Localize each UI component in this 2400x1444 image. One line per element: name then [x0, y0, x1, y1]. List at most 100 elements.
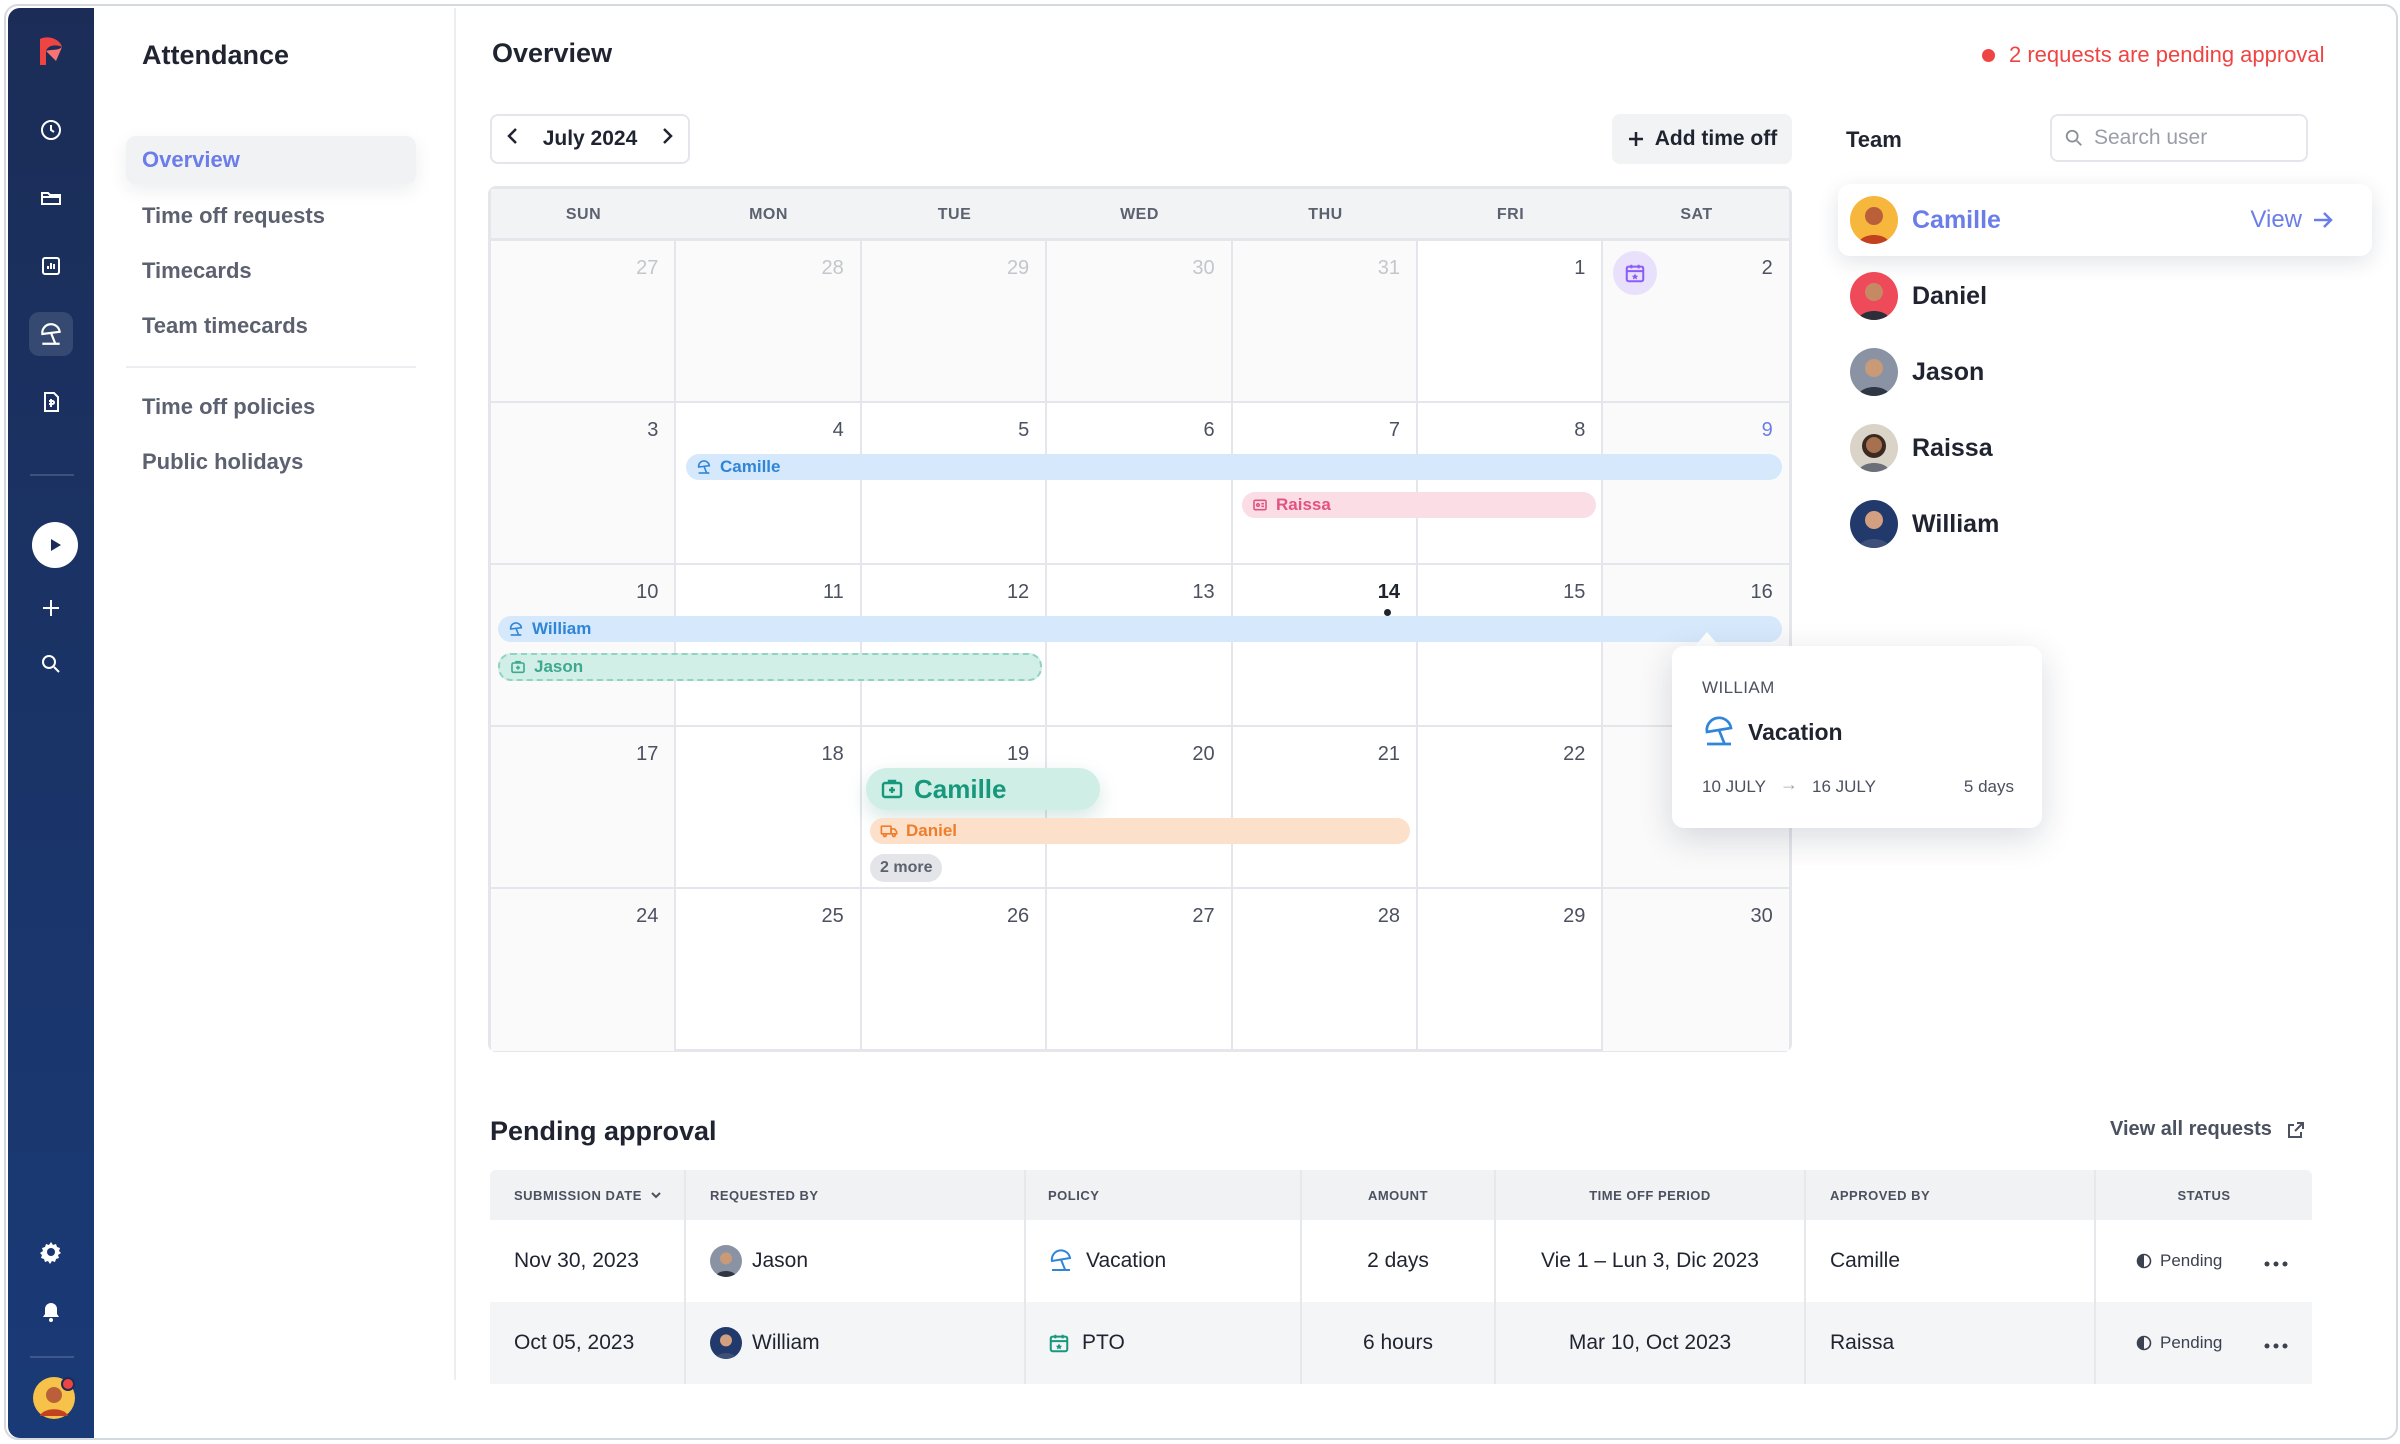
- calendar-day[interactable]: 18: [676, 727, 862, 889]
- calendar-day[interactable]: 30: [1047, 241, 1233, 403]
- umbrella-icon[interactable]: [29, 312, 73, 356]
- weekday-thu: THU: [1308, 206, 1343, 223]
- invoice-icon[interactable]: [29, 380, 73, 424]
- calendar-header: SUN MON TUE WED THU FRI SAT: [491, 189, 1789, 241]
- nav-item-time-off-requests[interactable]: Time off requests: [126, 192, 416, 240]
- team-member-william[interactable]: William: [1838, 488, 2372, 560]
- nav-item-time-off-policies[interactable]: Time off policies: [126, 383, 416, 431]
- calendar-day[interactable]: 30: [1603, 889, 1789, 1051]
- calendar-day[interactable]: 13: [1047, 565, 1233, 727]
- team-member-raissa[interactable]: Raissa: [1838, 412, 2372, 484]
- view-all-requests-link[interactable]: View all requests: [2110, 1118, 2306, 1141]
- nav-item-timecards[interactable]: Timecards: [126, 247, 416, 295]
- day-number: 30: [1192, 257, 1215, 279]
- more-options-icon[interactable]: [2264, 1331, 2288, 1355]
- cell-requester: Jason: [686, 1220, 1026, 1302]
- table-header-row: SUBMISSION DATE REQUESTED BY POLICY AMOU…: [490, 1170, 2312, 1220]
- chart-icon[interactable]: [29, 244, 73, 288]
- nav-item-overview[interactable]: Overview: [126, 136, 416, 184]
- event-bar-vacation[interactable]: William: [498, 616, 1782, 642]
- plus-icon[interactable]: [29, 586, 73, 630]
- view-member-link[interactable]: View: [2250, 206, 2334, 234]
- calendar-day[interactable]: 22: [1418, 727, 1604, 889]
- event-bar-pto-pending[interactable]: Jason: [498, 653, 1042, 681]
- calendar-day[interactable]: 5: [861, 403, 1048, 565]
- calendar-day[interactable]: 28: [676, 241, 862, 403]
- calendar-day[interactable]: 11: [676, 565, 862, 727]
- truck-icon: [880, 825, 898, 838]
- calendar-day[interactable]: 26: [862, 889, 1048, 1051]
- chevron-left-icon[interactable]: [506, 126, 520, 152]
- avatar: [1850, 424, 1898, 472]
- calendar-day[interactable]: 12: [861, 565, 1048, 727]
- gear-icon[interactable]: [29, 1230, 73, 1274]
- cell-amount: 2 days: [1302, 1220, 1496, 1302]
- day-number: 30: [1750, 905, 1773, 927]
- folder-icon[interactable]: [29, 176, 73, 220]
- column-status: STATUS: [2177, 1187, 2231, 1203]
- calendar-day[interactable]: 1: [1418, 241, 1604, 403]
- day-number: 4: [832, 419, 844, 441]
- nav-item-public-holidays[interactable]: Public holidays: [126, 438, 416, 486]
- nav-divider: [126, 366, 416, 368]
- logo-icon[interactable]: [29, 30, 73, 74]
- tooltip-end: 16 JULY: [1812, 777, 1876, 796]
- calendar-day[interactable]: 4: [676, 403, 862, 565]
- bell-icon[interactable]: [29, 1290, 73, 1334]
- user-avatar[interactable]: [32, 1376, 76, 1420]
- table-row[interactable]: Nov 30, 2023 Jason Vacation 2 days Vie 1…: [490, 1220, 2312, 1302]
- calendar-day[interactable]: 27: [491, 241, 677, 403]
- status-badge: Pending: [2136, 1333, 2222, 1353]
- calendar-day[interactable]: 7: [1232, 403, 1418, 565]
- more-options-icon[interactable]: [2264, 1249, 2288, 1273]
- day-number: 19: [1006, 743, 1030, 765]
- event-bar-travel[interactable]: Daniel: [870, 818, 1410, 844]
- search-icon: [2065, 129, 2082, 146]
- calendar-day[interactable]: 29: [1418, 889, 1604, 1051]
- calendar-day[interactable]: 3: [491, 403, 677, 565]
- section-title: Attendance: [142, 40, 290, 70]
- day-number: 5: [1018, 419, 1030, 441]
- calendar-day[interactable]: 25: [676, 889, 862, 1051]
- calendar-day[interactable]: 8: [1418, 403, 1604, 565]
- team-member-camille[interactable]: Camille View: [1838, 184, 2372, 256]
- calendar-day[interactable]: 15: [1418, 565, 1604, 727]
- calendar-day[interactable]: 2: [1603, 241, 1789, 403]
- table-row[interactable]: Oct 05, 2023 William PTO 6 hours Mar 10,…: [490, 1302, 2312, 1384]
- more-events-chip[interactable]: 2 more: [870, 854, 943, 882]
- calendar-day[interactable]: 9: [1603, 403, 1789, 565]
- chevron-right-icon[interactable]: [660, 126, 674, 152]
- calendar-day[interactable]: 17: [491, 727, 677, 889]
- calendar-star-icon: [1049, 1334, 1069, 1353]
- calendar-day[interactable]: 28: [1233, 889, 1418, 1051]
- day-number: 10: [636, 581, 659, 603]
- column-submission-date[interactable]: SUBMISSION DATE: [490, 1170, 686, 1220]
- calendar-day[interactable]: 27: [1047, 889, 1233, 1051]
- clock-icon[interactable]: [29, 108, 73, 152]
- search-icon[interactable]: [29, 642, 73, 686]
- calendar-day[interactable]: 21: [1232, 727, 1418, 889]
- day-number: 12: [1006, 581, 1030, 603]
- event-bar-sick-leave[interactable]: Raissa: [1242, 492, 1596, 518]
- cell-requester: William: [686, 1302, 1026, 1384]
- play-icon[interactable]: [32, 522, 78, 568]
- add-time-off-button[interactable]: Add time off: [1612, 114, 1792, 164]
- team-member-daniel[interactable]: Daniel: [1838, 260, 2372, 332]
- day-number: 20: [1192, 743, 1215, 765]
- holiday-calendar-icon[interactable]: [1613, 251, 1658, 295]
- calendar-day[interactable]: 31: [1232, 241, 1418, 403]
- search-user-input[interactable]: [2094, 126, 2304, 150]
- calendar-day[interactable]: 6: [1047, 403, 1233, 565]
- team-member-jason[interactable]: Jason: [1838, 336, 2372, 408]
- event-drag-preview[interactable]: Camille: [866, 768, 1100, 810]
- calendar-day[interactable]: 10: [491, 565, 677, 727]
- tooltip-duration: 5 days: [1963, 777, 2014, 796]
- tooltip-caret: [1694, 632, 1720, 647]
- cell-status: Pending: [2096, 1220, 2312, 1302]
- calendar-day[interactable]: 29: [861, 241, 1048, 403]
- event-bar-vacation[interactable]: Camille: [686, 454, 1782, 480]
- calendar-day[interactable]: 24: [491, 889, 677, 1051]
- pending-banner[interactable]: 2 requests are pending approval: [1982, 42, 2325, 68]
- nav-item-team-timecards[interactable]: Team timecards: [126, 302, 416, 350]
- calendar-day[interactable]: 14: [1232, 565, 1418, 727]
